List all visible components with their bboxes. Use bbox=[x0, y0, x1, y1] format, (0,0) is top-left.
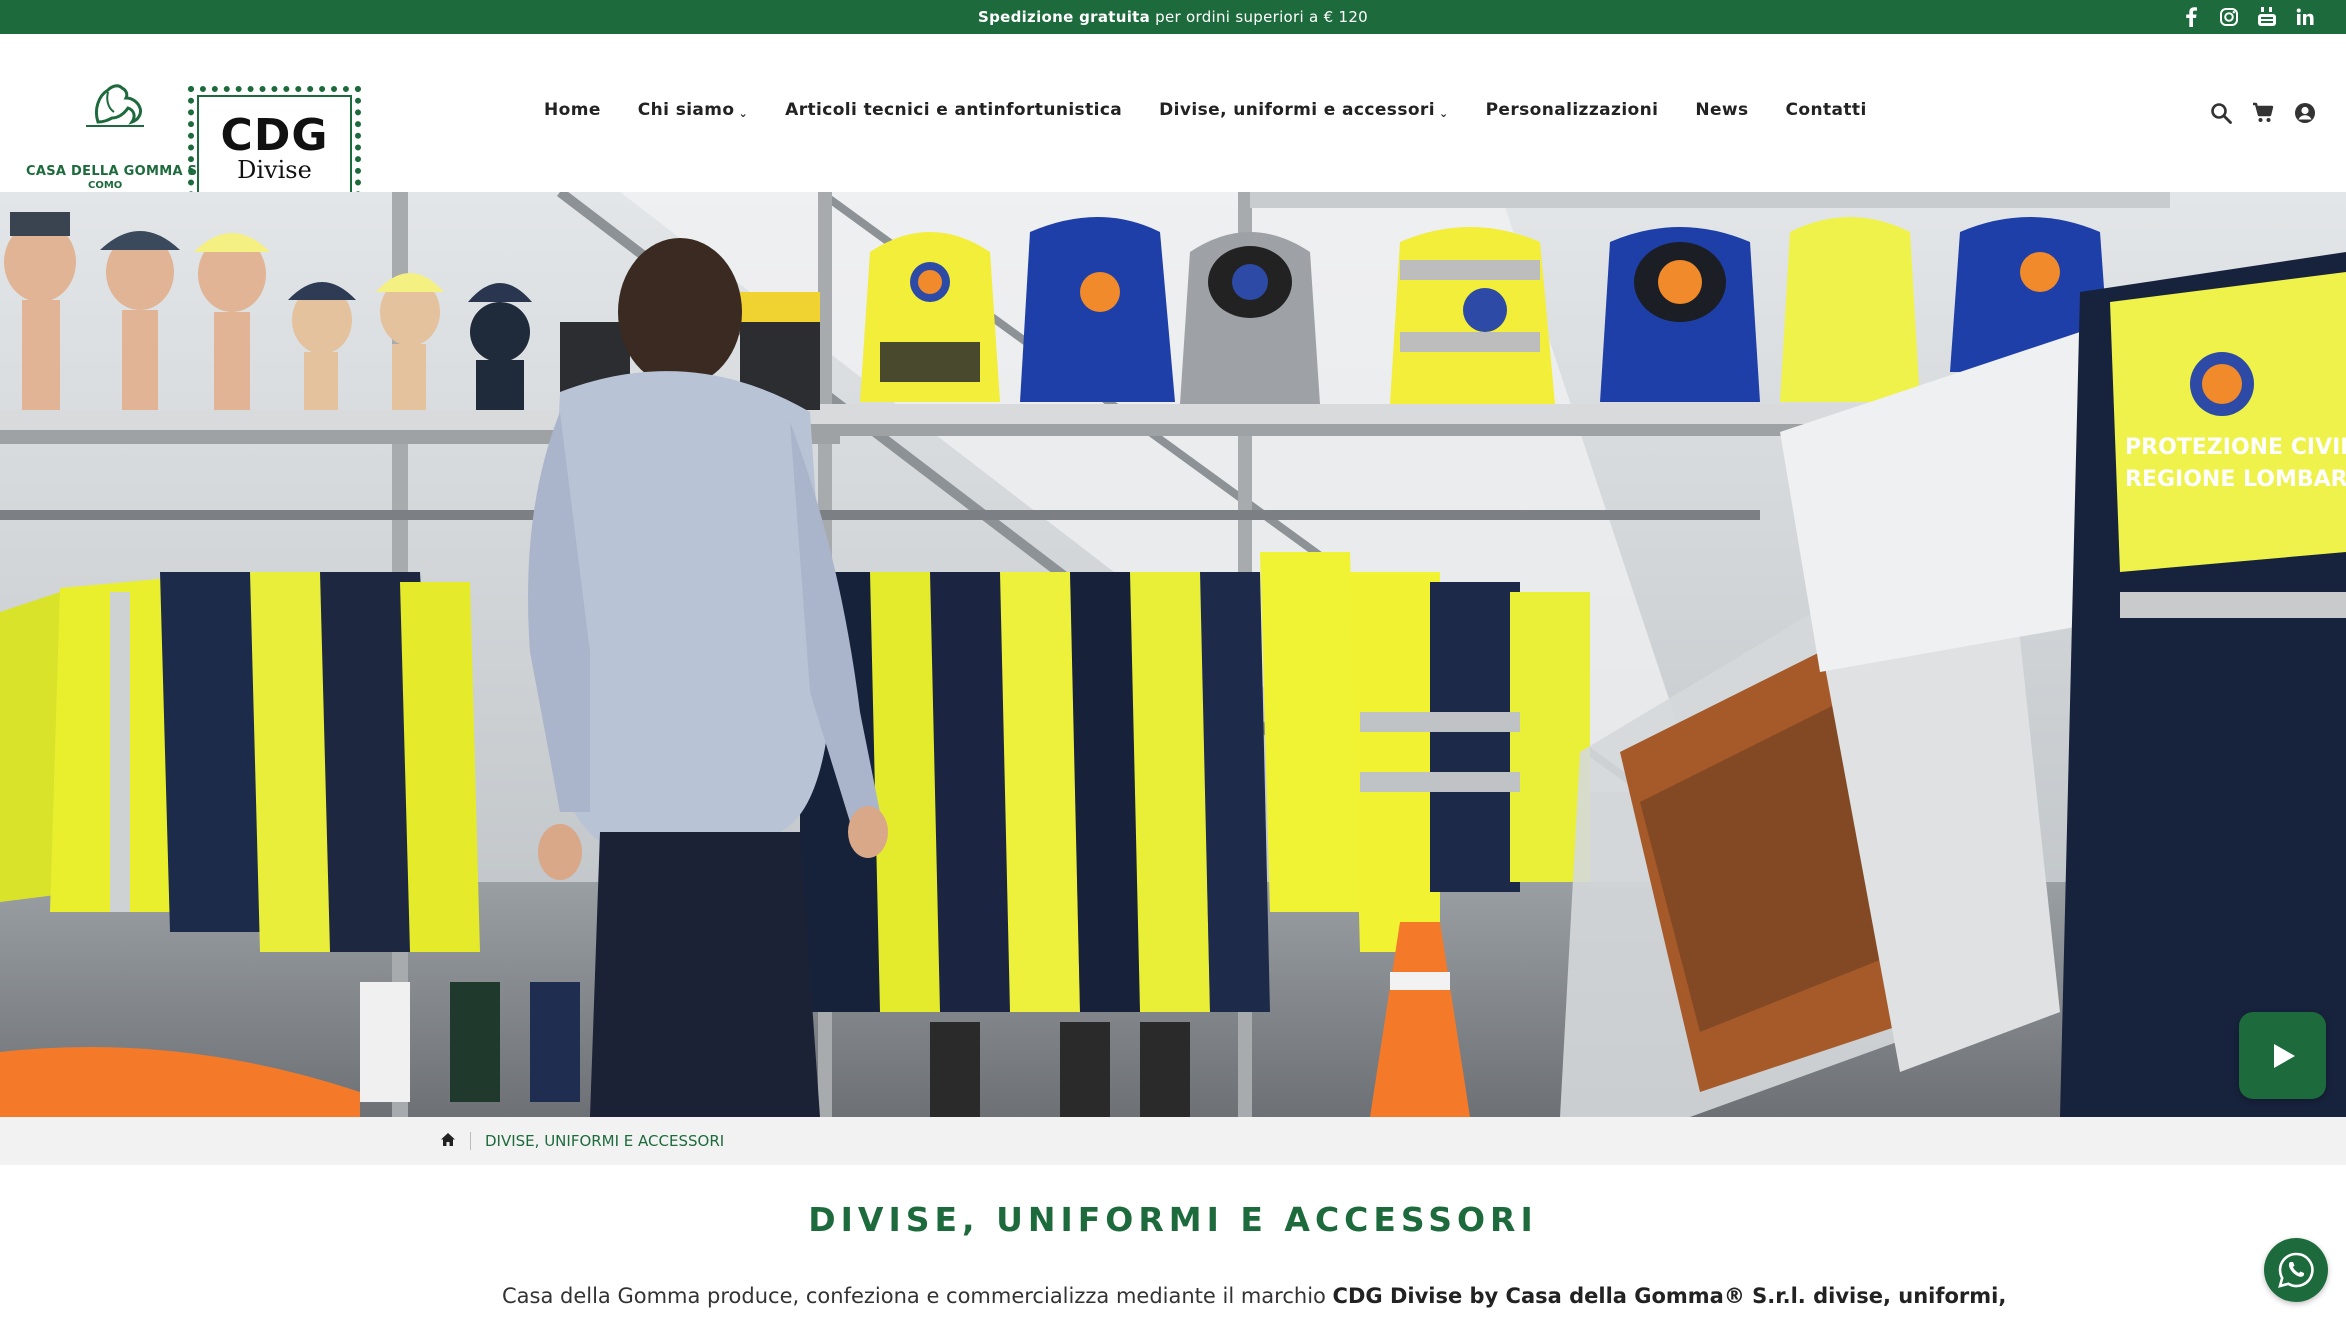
nav-chi-siamo-label: Chi siamo bbox=[637, 100, 735, 120]
nav-contatti-label: Contatti bbox=[1785, 100, 1867, 120]
cart-icon[interactable] bbox=[2250, 100, 2276, 126]
casa-della-gomma-logo[interactable]: CASA DELLA GOMMA S.R.L. COMO bbox=[26, 76, 232, 191]
nav-articoli-tecnici[interactable]: Articoli tecnici e antinfortunistica bbox=[785, 100, 1122, 120]
home-icon[interactable] bbox=[440, 1132, 456, 1151]
social-links bbox=[2180, 6, 2316, 28]
search-icon[interactable] bbox=[2208, 100, 2234, 126]
breadcrumb-separator bbox=[470, 1132, 471, 1150]
whatsapp-icon bbox=[2278, 1252, 2314, 1288]
cdg-logo-inner: CDG Divise bbox=[197, 95, 352, 200]
main-nav: Home Chi siamo ⌄ Articoli tecnici e antin… bbox=[544, 100, 1904, 120]
header-icons bbox=[2208, 100, 2318, 126]
top-bar: Spedizione gratuita per ordini superiori… bbox=[0, 0, 2346, 34]
play-video-button[interactable] bbox=[2239, 1012, 2326, 1099]
intro-text: Casa della Gomma produce, confeziona e c… bbox=[502, 1280, 2006, 1312]
nav-news[interactable]: News bbox=[1695, 100, 1748, 120]
hero-sign-line1: PROTEZIONE CIVILE bbox=[2125, 435, 2346, 460]
chevron-down-icon: ⌄ bbox=[1438, 106, 1449, 120]
nav-personalizzazioni[interactable]: Personalizzazioni bbox=[1486, 100, 1659, 120]
nav-news-label: News bbox=[1695, 100, 1749, 120]
nav-contatti[interactable]: Contatti bbox=[1786, 100, 1867, 120]
nav-chi-siamo[interactable]: Chi siamo ⌄ bbox=[638, 100, 748, 120]
nav-personalizzazioni-label: Personalizzazioni bbox=[1485, 100, 1659, 120]
play-icon bbox=[2273, 1043, 2295, 1068]
breadcrumb-current: DIVISE, UNIFORMI E ACCESSORI bbox=[485, 1132, 725, 1150]
page-title: DIVISE, UNIFORMI E ACCESSORI bbox=[808, 1200, 1538, 1239]
intro-start: Casa della Gomma produce, confeziona e c… bbox=[502, 1284, 1333, 1308]
breadcrumb: DIVISE, UNIFORMI E ACCESSORI bbox=[0, 1117, 2346, 1165]
hero-sign-line2: REGIONE LOMBARDIA bbox=[2125, 467, 2346, 492]
cdg-logo-subtitle: Divise bbox=[237, 155, 312, 184]
nav-divise-label: Divise, uniformi e accessori bbox=[1159, 100, 1435, 120]
nav-divise[interactable]: Divise, uniformi e accessori ⌄ bbox=[1159, 100, 1448, 120]
instagram-icon[interactable] bbox=[2218, 6, 2240, 28]
hero-photo: PROTEZIONE CIVILE REGIONE LOMBARDIA bbox=[0, 192, 2346, 1117]
breadcrumb-inner: DIVISE, UNIFORMI E ACCESSORI bbox=[440, 1117, 724, 1165]
nav-home[interactable]: Home bbox=[544, 100, 601, 120]
cdg-divise-logo[interactable]: CDG Divise bbox=[188, 86, 361, 209]
facebook-icon[interactable] bbox=[2180, 6, 2202, 28]
nav-articoli-label: Articoli tecnici e antinfortunistica bbox=[785, 100, 1123, 120]
intro-bold: CDG Divise by Casa della Gomma® S.r.l. d… bbox=[1332, 1284, 2007, 1308]
account-icon[interactable] bbox=[2292, 100, 2318, 126]
linkedin-icon[interactable] bbox=[2294, 6, 2316, 28]
horse-logo-icon bbox=[86, 84, 144, 127]
nav-home-label: Home bbox=[544, 100, 601, 120]
chevron-down-icon: ⌄ bbox=[738, 106, 749, 120]
logo-city: COMO bbox=[88, 180, 123, 191]
hero-video[interactable]: PROTEZIONE CIVILE REGIONE LOMBARDIA bbox=[0, 192, 2346, 1117]
cdg-logo-mark: CDG bbox=[220, 109, 329, 161]
site-header: CASA DELLA GOMMA S.R.L. COMO CDG Divise … bbox=[0, 34, 2346, 209]
promo-text: per ordini superiori a € 120 bbox=[1155, 8, 1369, 26]
promo-bold: Spedizione gratuita bbox=[977, 8, 1151, 26]
youtube-icon[interactable] bbox=[2256, 6, 2278, 28]
shipping-promo: Spedizione gratuita per ordini superiori… bbox=[0, 0, 2346, 34]
whatsapp-button[interactable] bbox=[2264, 1238, 2328, 1302]
